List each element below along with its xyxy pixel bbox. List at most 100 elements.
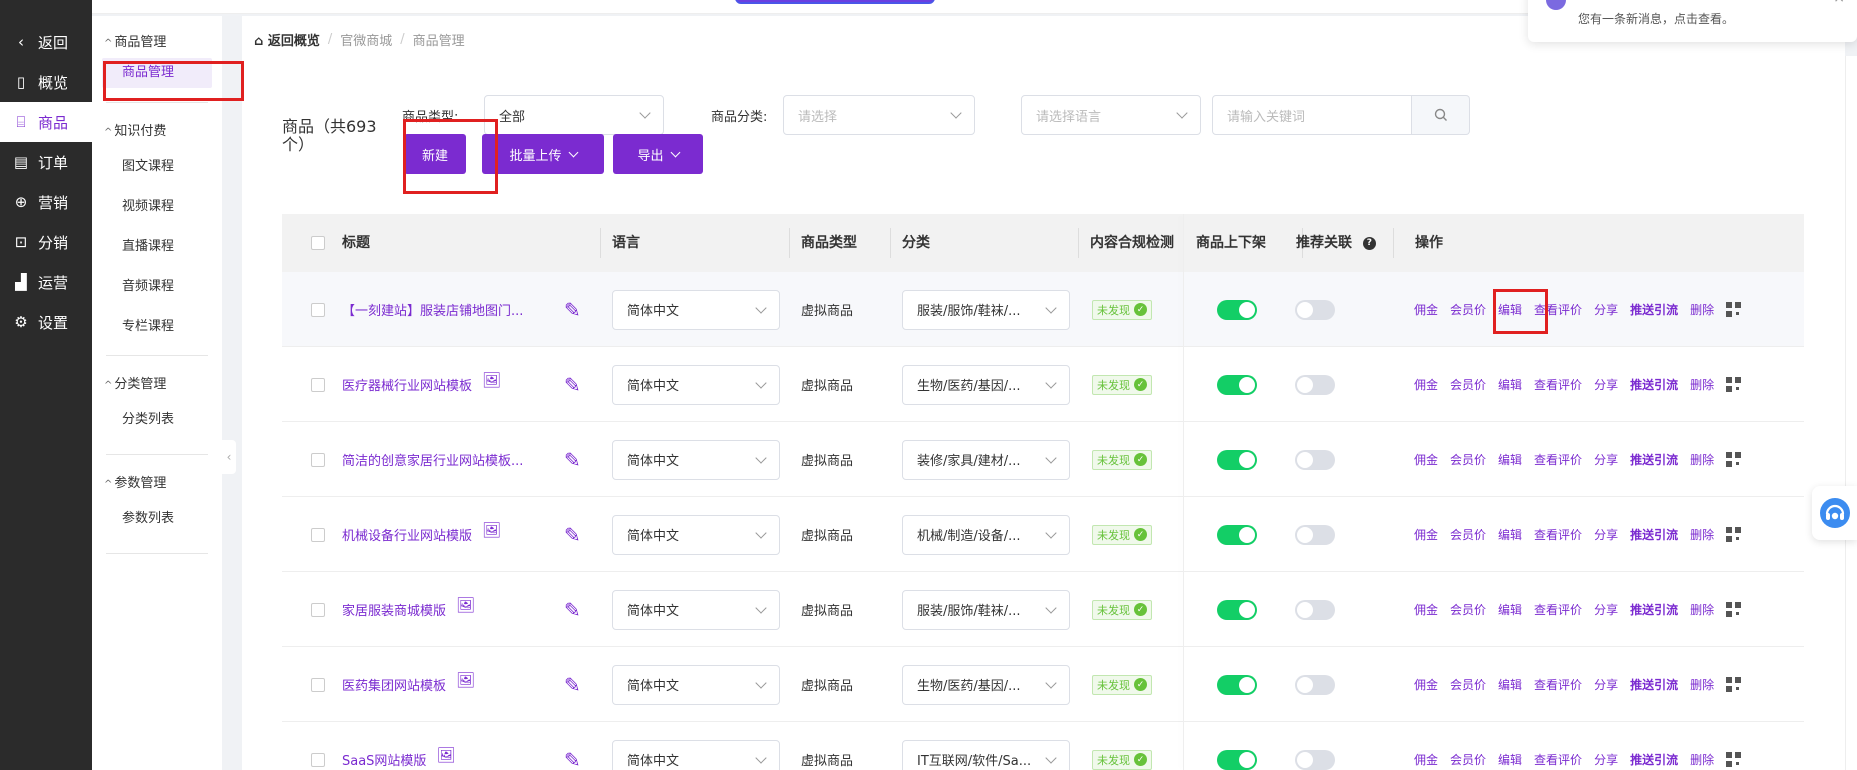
sidebar-item-5[interactable]: ⊡ 分销 xyxy=(0,222,92,262)
category-select[interactable]: 生物/医药/基因/... xyxy=(902,664,1070,705)
delete-link[interactable]: 删除 xyxy=(1690,451,1714,468)
member-price-link[interactable]: 会员价 xyxy=(1450,676,1486,693)
keyword-search-input[interactable]: 请输入关键词 xyxy=(1212,95,1412,135)
commission-link[interactable]: 佣金 xyxy=(1414,676,1438,693)
qr-code-icon[interactable] xyxy=(1726,377,1742,392)
image-icon[interactable]: 🖼 xyxy=(456,596,475,614)
sidebar-item-1[interactable]: ▯ 概览 xyxy=(0,62,92,102)
product-title-link[interactable]: 医疗器械行业网站模板 xyxy=(342,375,472,394)
view-reviews-link[interactable]: 查看评价 xyxy=(1534,301,1582,318)
menu-item-category-list[interactable]: 分类列表 xyxy=(92,400,222,440)
recommend-toggle[interactable] xyxy=(1295,524,1335,545)
menu-group-product[interactable]: ^ 商品管理 xyxy=(92,28,222,58)
help-icon[interactable]: ? xyxy=(1362,236,1376,250)
commission-link[interactable]: 佣金 xyxy=(1414,376,1438,393)
shelf-toggle[interactable] xyxy=(1217,749,1257,770)
menu-item-knowledge-1[interactable]: 视频课程 xyxy=(92,187,222,227)
menu-item-knowledge-3[interactable]: 音频课程 xyxy=(92,267,222,307)
share-link[interactable]: 分享 xyxy=(1594,451,1618,468)
member-price-link[interactable]: 会员价 xyxy=(1450,601,1486,618)
qr-code-icon[interactable] xyxy=(1726,302,1742,317)
row-checkbox[interactable] xyxy=(311,452,325,467)
menu-item-knowledge-2[interactable]: 直播课程 xyxy=(92,227,222,267)
menu-item-product-management[interactable]: 商品管理 xyxy=(102,58,212,88)
shelf-toggle[interactable] xyxy=(1217,449,1257,470)
col-language[interactable]: 语言 xyxy=(612,214,640,272)
notification-popup[interactable]: 您有一条新消息，点击查看。 × xyxy=(1528,0,1857,42)
recommend-toggle[interactable] xyxy=(1295,749,1335,770)
type-filter-select[interactable]: 全部 xyxy=(484,95,664,135)
category-select[interactable]: 服装/服饰/鞋袜/... xyxy=(902,289,1070,330)
recommend-toggle[interactable] xyxy=(1295,599,1335,620)
view-reviews-link[interactable]: 查看评价 xyxy=(1534,451,1582,468)
qr-code-icon[interactable] xyxy=(1726,752,1742,767)
edit-link[interactable]: 编辑 xyxy=(1498,676,1522,693)
member-price-link[interactable]: 会员价 xyxy=(1450,376,1486,393)
row-checkbox[interactable] xyxy=(311,677,325,692)
language-filter-select[interactable]: 请选择语言 xyxy=(1021,95,1201,135)
promote-link[interactable]: 推送引流 xyxy=(1630,751,1678,768)
new-product-button[interactable]: 新建 xyxy=(404,134,466,174)
qr-code-icon[interactable] xyxy=(1726,527,1742,542)
batch-upload-button[interactable]: 批量上传 xyxy=(482,134,604,174)
select-all-checkbox[interactable] xyxy=(311,236,325,250)
row-checkbox[interactable] xyxy=(311,302,325,317)
shelf-toggle[interactable] xyxy=(1217,374,1257,395)
edit-link[interactable]: 编辑 xyxy=(1498,451,1522,468)
product-title-link[interactable]: 医药集团网站模板 xyxy=(342,675,446,694)
category-select[interactable]: 服装/服饰/鞋袜/... xyxy=(902,589,1070,630)
col-shelf[interactable]: 商品上下架 xyxy=(1196,214,1266,272)
collapse-menu-handle[interactable]: ‹ xyxy=(222,440,236,474)
menu-group-params[interactable]: ^ 参数管理 xyxy=(92,469,222,499)
sidebar-item-3[interactable]: ▤ 订单 xyxy=(0,142,92,182)
member-price-link[interactable]: 会员价 xyxy=(1450,526,1486,543)
menu-item-param-list[interactable]: 参数列表 xyxy=(92,499,222,539)
commission-link[interactable]: 佣金 xyxy=(1414,526,1438,543)
product-title-link[interactable]: SaaS网站模版 xyxy=(342,750,426,769)
recommend-toggle[interactable] xyxy=(1295,299,1335,320)
share-link[interactable]: 分享 xyxy=(1594,301,1618,318)
col-type[interactable]: 商品类型 xyxy=(801,214,857,272)
edit-link[interactable]: 编辑 xyxy=(1498,601,1522,618)
edit-link[interactable]: 编辑 xyxy=(1498,526,1522,543)
search-button[interactable] xyxy=(1412,95,1470,135)
language-select[interactable]: 简体中文 xyxy=(612,739,780,770)
commission-link[interactable]: 佣金 xyxy=(1414,451,1438,468)
product-title-link[interactable]: 简洁的创意家居行业网站模板... xyxy=(342,450,523,469)
shelf-toggle[interactable] xyxy=(1217,599,1257,620)
promote-link[interactable]: 推送引流 xyxy=(1630,376,1678,393)
pencil-icon[interactable]: ✎ xyxy=(564,373,581,397)
pencil-icon[interactable]: ✎ xyxy=(564,523,581,547)
delete-link[interactable]: 删除 xyxy=(1690,376,1714,393)
menu-group-category[interactable]: ^ 分类管理 xyxy=(92,370,222,400)
qr-code-icon[interactable] xyxy=(1726,452,1742,467)
qr-code-icon[interactable] xyxy=(1726,677,1742,692)
row-checkbox[interactable] xyxy=(311,752,325,767)
commission-link[interactable]: 佣金 xyxy=(1414,601,1438,618)
share-link[interactable]: 分享 xyxy=(1594,751,1618,768)
image-icon[interactable]: 🖼 xyxy=(482,521,501,539)
customer-service-button[interactable] xyxy=(1812,486,1857,540)
delete-link[interactable]: 删除 xyxy=(1690,301,1714,318)
pencil-icon[interactable]: ✎ xyxy=(564,673,581,697)
menu-group-knowledge[interactable]: ^ 知识付费 xyxy=(92,117,222,147)
category-select[interactable]: 装修/家具/建材/... xyxy=(902,439,1070,480)
promote-link[interactable]: 推送引流 xyxy=(1630,676,1678,693)
export-button[interactable]: 导出 xyxy=(613,134,703,174)
product-title-link[interactable]: 家居服装商城模版 xyxy=(342,600,446,619)
col-category[interactable]: 分类 xyxy=(902,214,930,272)
member-price-link[interactable]: 会员价 xyxy=(1450,751,1486,768)
image-icon[interactable]: 🖼 xyxy=(456,671,475,689)
member-price-link[interactable]: 会员价 xyxy=(1450,301,1486,318)
col-recommend[interactable]: 推荐关联 ? xyxy=(1296,214,1376,272)
commission-link[interactable]: 佣金 xyxy=(1414,751,1438,768)
edit-link[interactable]: 编辑 xyxy=(1498,751,1522,768)
promote-link[interactable]: 推送引流 xyxy=(1630,451,1678,468)
language-select[interactable]: 简体中文 xyxy=(612,589,780,630)
product-title-link[interactable]: 机械设备行业网站模版 xyxy=(342,525,472,544)
col-title[interactable]: 标题 xyxy=(342,214,370,272)
menu-item-knowledge-4[interactable]: 专栏课程 xyxy=(92,307,222,347)
delete-link[interactable]: 删除 xyxy=(1690,601,1714,618)
share-link[interactable]: 分享 xyxy=(1594,601,1618,618)
sidebar-item-4[interactable]: ⊕ 营销 xyxy=(0,182,92,222)
